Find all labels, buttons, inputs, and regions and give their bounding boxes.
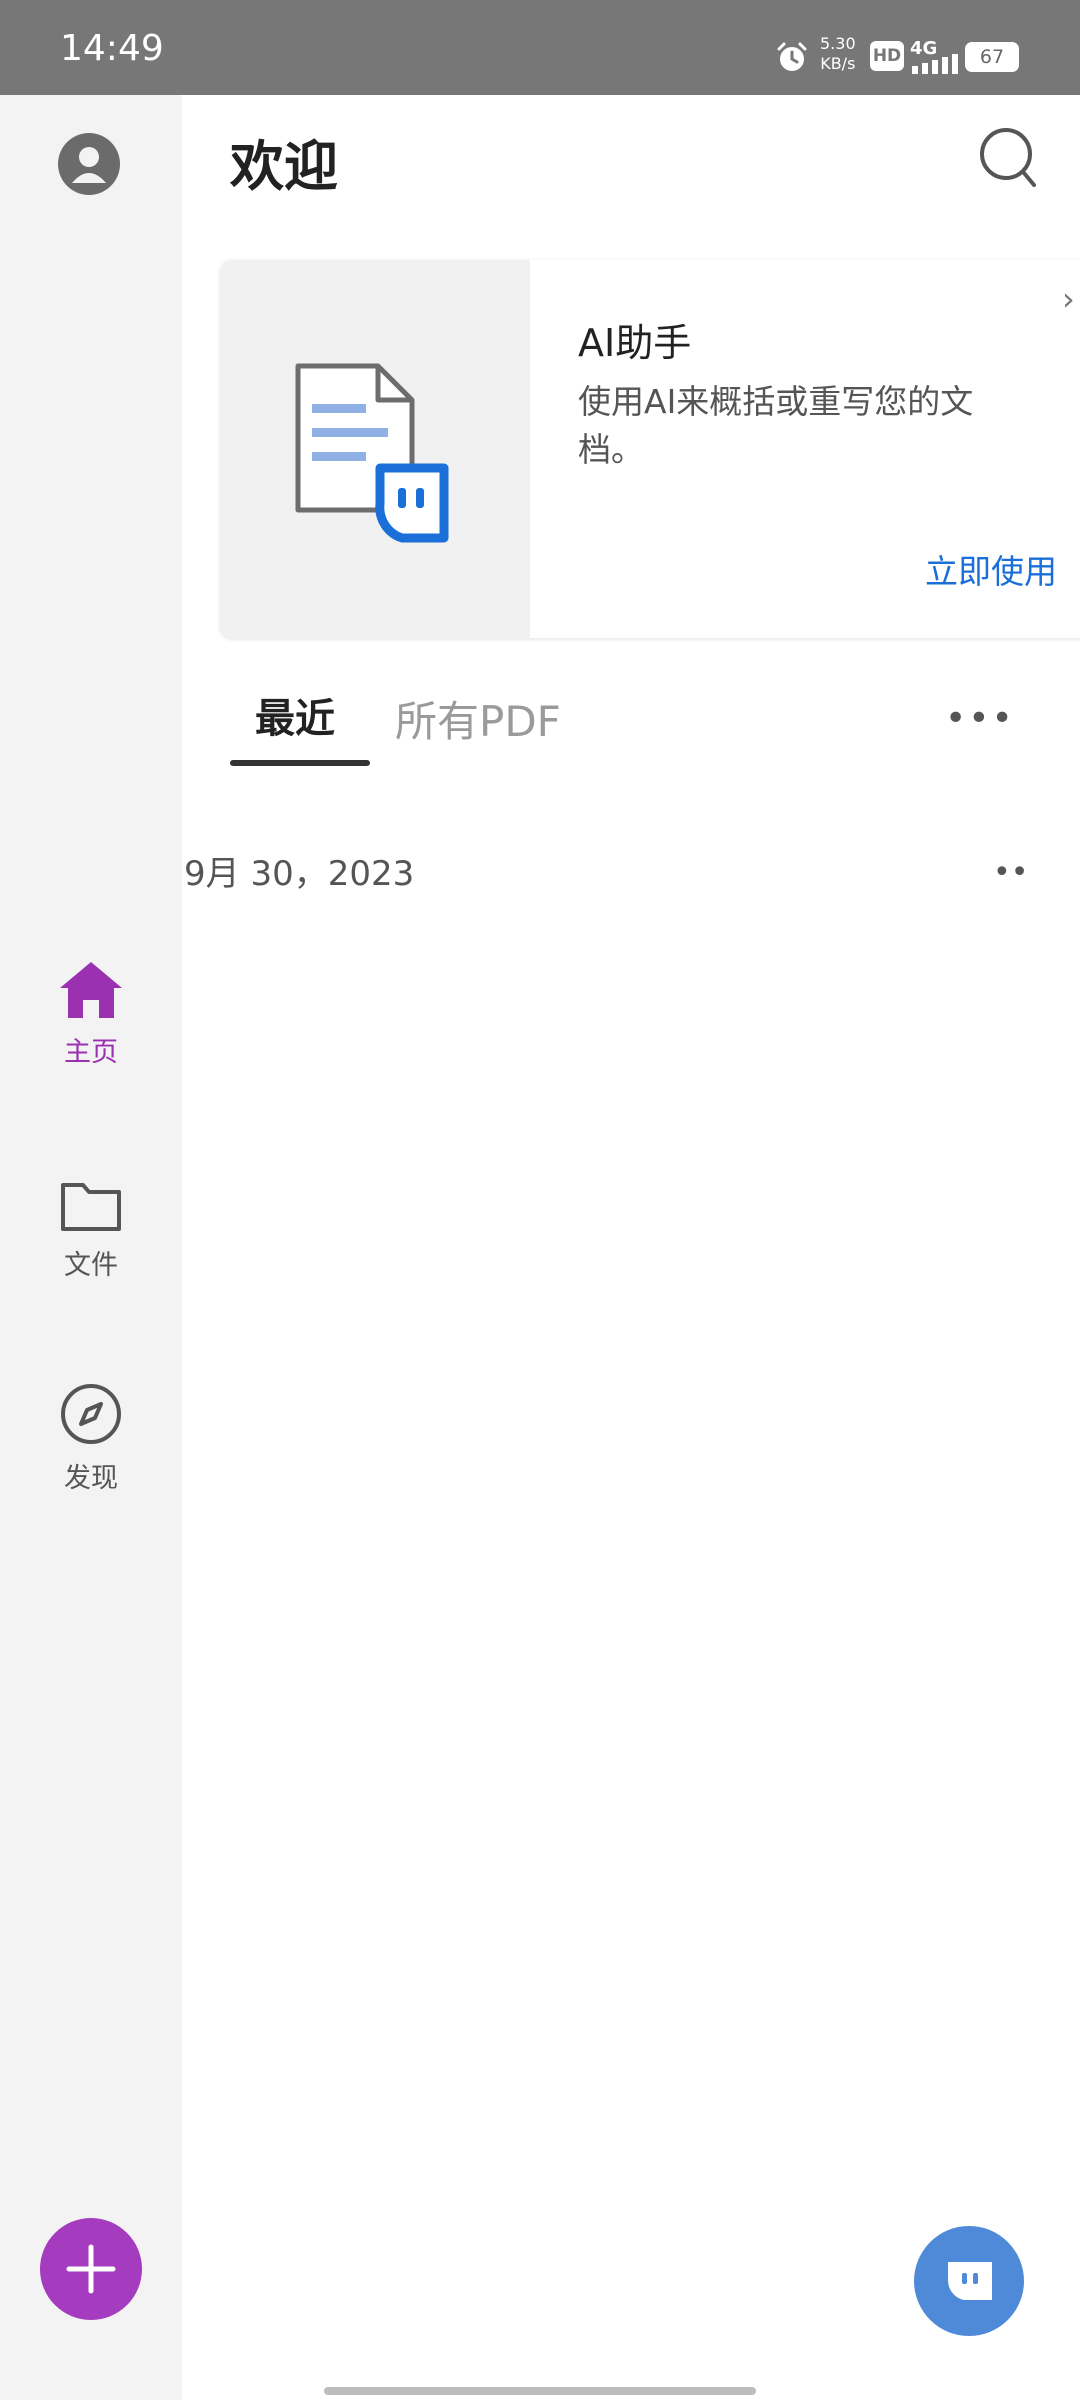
ai-chat-icon (947, 2262, 992, 2300)
ai-assistant-button[interactable] (914, 2226, 1024, 2336)
sidebar-item-files[interactable]: 文件 (0, 1177, 182, 1282)
search-icon[interactable] (978, 126, 1038, 190)
page-title: 欢迎 (230, 134, 338, 198)
signal-icon (912, 54, 958, 74)
account-avatar-icon[interactable] (58, 133, 120, 195)
network-speed: 5.30 KB/s (820, 34, 856, 73)
hd-badge: HD (870, 41, 904, 71)
document-ai-icon (295, 363, 449, 543)
chevron-right-icon[interactable]: › (1062, 280, 1075, 318)
status-bar: 14:49 5.30 KB/s HD 4G 67 (0, 0, 1080, 95)
add-button[interactable] (40, 2218, 142, 2320)
sidebar-item-label: 发现 (64, 1463, 118, 1494)
tab-recent[interactable]: 最近 (255, 686, 335, 744)
plus-icon (66, 2244, 116, 2294)
home-indicator[interactable] (324, 2387, 756, 2395)
sidebar-item-label: 文件 (64, 1250, 118, 1281)
more-options-icon[interactable]: •• (993, 855, 1028, 890)
ai-card-title: AI助手 (578, 321, 692, 365)
date-group-header: 9月 30，2023 (184, 854, 415, 894)
sidebar-item-discover[interactable]: 发现 (0, 1382, 182, 1495)
ai-card-action-link[interactable]: 立即使用 (925, 545, 1057, 593)
tabs: 最近 所有PDF ••• (220, 680, 1040, 770)
sidebar-item-home[interactable]: 主页 (0, 960, 182, 1069)
alarm-icon (777, 42, 807, 71)
tab-active-indicator (230, 760, 370, 766)
more-options-icon[interactable]: ••• (945, 698, 1015, 739)
ai-assistant-card[interactable]: AI助手 使用AI来概括或重写您的文档。 立即使用 › (220, 260, 1080, 638)
compass-icon (61, 1384, 121, 1444)
sidebar: 主页 文件 发现 (0, 95, 182, 2400)
folder-icon (61, 1183, 121, 1231)
home-icon (60, 962, 122, 1018)
tab-all-pdf[interactable]: 所有PDF (395, 688, 561, 749)
ai-card-illustration (220, 260, 530, 638)
sidebar-item-label: 主页 (64, 1037, 118, 1068)
battery-indicator: 67 (965, 42, 1019, 72)
ai-card-description: 使用AI来概括或重写您的文档。 (578, 382, 974, 469)
status-time: 14:49 (60, 28, 164, 69)
